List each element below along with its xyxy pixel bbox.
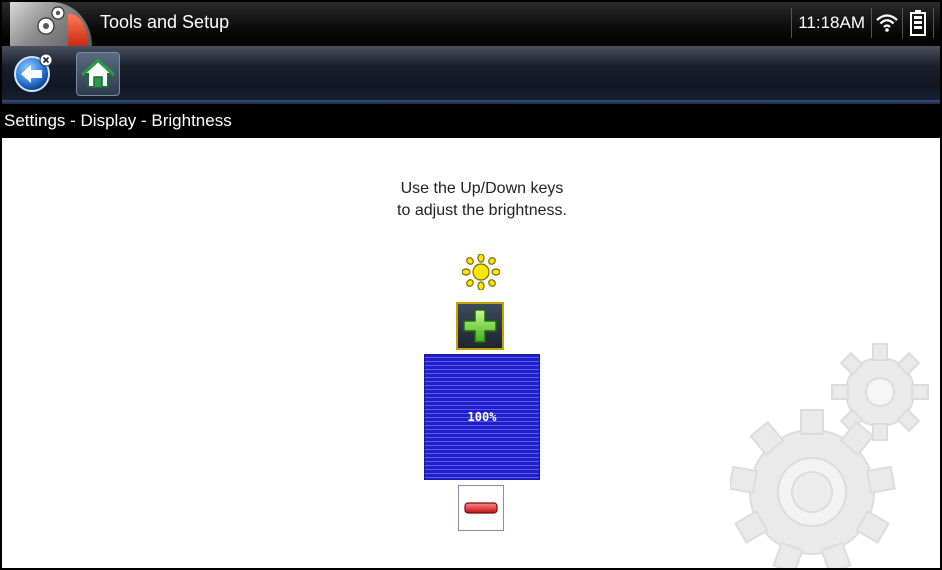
- instructions: Use the Up/Down keys to adjust the brigh…: [332, 178, 632, 222]
- brightness-level-bar: 100%: [424, 354, 540, 480]
- title-bar: Tools and Setup 11:18AM: [2, 2, 940, 46]
- breadcrumb: Settings - Display - Brightness: [2, 104, 940, 138]
- status-area: 11:18AM: [791, 6, 934, 40]
- screen: Tools and Setup 11:18AM Settings - Displ…: [0, 0, 942, 570]
- instructions-line-2: to adjust the brightness.: [397, 202, 567, 219]
- battery-icon: [903, 8, 934, 38]
- gears-watermark-icon: [728, 332, 940, 568]
- plus-icon: [463, 309, 497, 343]
- nav-toolbar: [2, 46, 940, 104]
- decrease-brightness-button[interactable]: [458, 485, 504, 531]
- back-arrow-icon: [14, 53, 53, 92]
- clock: 11:18AM: [791, 8, 872, 38]
- app-title: Tools and Setup: [100, 12, 230, 32]
- home-button[interactable]: [76, 52, 120, 96]
- instructions-line-1: Use the Up/Down keys: [400, 180, 564, 197]
- increase-brightness-button[interactable]: [456, 302, 504, 350]
- wifi-icon: [872, 8, 903, 38]
- home-icon: [80, 57, 116, 88]
- back-button[interactable]: [12, 52, 54, 94]
- sun-icon: [461, 253, 501, 295]
- brightness-level-value: 100%: [467, 410, 497, 424]
- minus-icon: [464, 502, 498, 514]
- tools-gear-icon[interactable]: [10, 2, 92, 46]
